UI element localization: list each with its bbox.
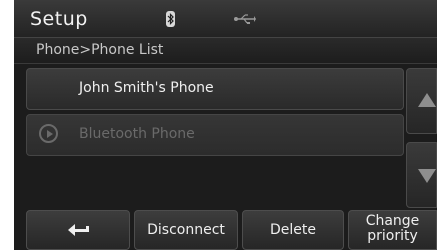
change-priority-label: Change priority	[349, 214, 436, 244]
phone-name: Bluetooth Phone	[79, 126, 195, 142]
disconnect-label: Disconnect	[147, 222, 225, 238]
bluetooth-icon	[166, 11, 175, 27]
back-button[interactable]	[26, 210, 130, 250]
delete-label: Delete	[270, 222, 316, 238]
breadcrumb: Phone>Phone List	[36, 42, 164, 58]
back-icon	[68, 224, 89, 236]
scroll-up-button[interactable]	[406, 68, 437, 134]
phone-list-item[interactable]: Bluetooth Phone	[26, 114, 404, 156]
disconnect-button[interactable]: Disconnect	[134, 210, 238, 250]
change-priority-button[interactable]: Change priority	[348, 210, 437, 250]
head-unit-screen: Setup Phone>Phone List John Smith's Phon…	[14, 0, 437, 250]
phone-name: John Smith's Phone	[79, 80, 214, 96]
scroll-down-button[interactable]	[406, 142, 437, 208]
arrow-up-icon	[418, 93, 436, 107]
arrow-down-icon	[418, 169, 436, 183]
change-priority-line1: Change	[365, 213, 420, 229]
usb-icon	[234, 14, 256, 24]
breadcrumb-bar: Phone>Phone List	[14, 37, 437, 64]
phone-list-item[interactable]: John Smith's Phone	[26, 68, 404, 110]
header-bar: Setup	[14, 0, 437, 37]
delete-button[interactable]: Delete	[242, 210, 344, 250]
change-priority-line2: priority	[367, 228, 418, 244]
page-title: Setup	[30, 8, 88, 30]
play-icon	[39, 124, 58, 143]
